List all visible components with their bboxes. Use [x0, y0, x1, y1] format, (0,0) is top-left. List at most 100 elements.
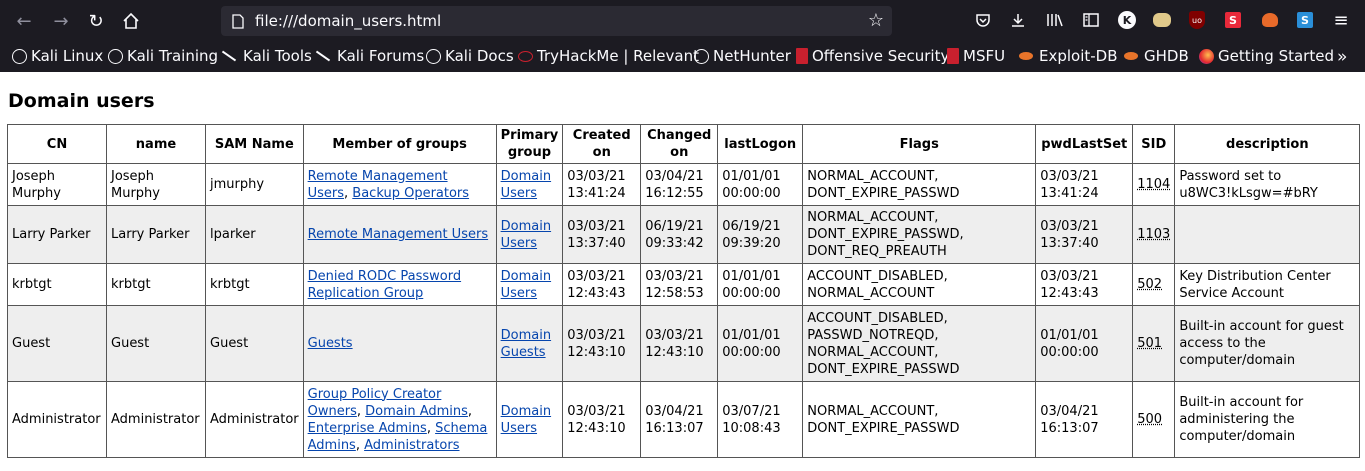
table-row: Joseph Murphy Joseph Murphy jmurphy Remo… [7, 163, 1361, 206]
home-icon[interactable] [119, 9, 143, 33]
page-title: Domain users [8, 90, 155, 112]
cell-pwdlastset: 03/03/21 12:43:43 [1035, 263, 1134, 306]
firefox-icon [1199, 48, 1214, 64]
menu-icon[interactable]: ≡ [1331, 10, 1351, 31]
primary-group-link[interactable]: Domain Users [501, 404, 551, 436]
header-sam: SAM Name [205, 124, 304, 164]
primary-group-link[interactable]: Domain Users [501, 219, 551, 251]
cell-name: Administrator [106, 381, 206, 458]
bookmarks-overflow-icon[interactable]: » [1337, 47, 1347, 67]
cell-changed: 03/04/21 16:13:07 [640, 381, 719, 458]
group-link[interactable]: Enterprise Admins [308, 421, 427, 436]
cell-flags: NORMAL_ACCOUNT, DONT_EXPIRE_PASSWD, DONT… [802, 205, 1037, 264]
cell-sam: krbtgt [205, 263, 304, 306]
cell-description: Built-in account for guest access to the… [1174, 305, 1361, 382]
offsec-icon [796, 48, 808, 64]
cell-changed: 03/04/21 16:12:55 [640, 163, 719, 206]
header-primary: Primary group [495, 124, 564, 164]
primary-group-link[interactable]: Domain Users [501, 169, 551, 201]
bookmark-kali-forums[interactable]: Kali Forums [315, 47, 424, 65]
back-icon[interactable]: ← [12, 9, 36, 33]
reload-icon[interactable]: ↻ [84, 9, 108, 33]
table-row: krbtgt krbtgt krbtgt Denied RODC Passwor… [7, 263, 1361, 306]
bookmark-kali-docs[interactable]: Kali Docs [426, 47, 514, 65]
table-row: Larry Parker Larry Parker lparker Remote… [7, 205, 1361, 264]
header-groups: Member of groups [302, 124, 497, 164]
bookmark-star-icon[interactable]: ☆ [868, 10, 884, 31]
cell-sam: Administrator [205, 381, 304, 458]
bookmark-label: Kali Docs [445, 47, 514, 65]
cell-sid: 1104 [1132, 163, 1176, 206]
bookmark-kali-tools[interactable]: Kali Tools [221, 47, 312, 65]
cell-lastlogon: 01/01/01 00:00:00 [717, 163, 804, 206]
forward-icon[interactable]: → [49, 9, 73, 33]
cell-sid: 1103 [1132, 205, 1176, 264]
cell-sid: 502 [1132, 263, 1176, 306]
bookmark-kali-linux[interactable]: Kali Linux [12, 47, 103, 65]
bookmark-exploit-db[interactable]: Exploit-DB [1019, 47, 1118, 65]
header-name: name [106, 124, 206, 164]
cell-changed: 03/03/21 12:43:10 [640, 305, 719, 382]
kali-dragon-icon [221, 50, 237, 62]
bookmark-nethunter[interactable]: NetHunter [694, 47, 791, 65]
cell-groups: Denied RODC Password Replication Group [302, 263, 497, 306]
header-pwdlastset: pwdLastSet [1035, 124, 1134, 164]
group-link[interactable]: Remote Management Users [308, 227, 488, 242]
cell-sid: 501 [1132, 305, 1176, 382]
cell-primary: Domain Users [495, 263, 564, 306]
foxyproxy-icon[interactable] [1260, 10, 1280, 30]
cell-changed: 03/03/21 12:58:53 [640, 263, 719, 306]
extension-s-blue-icon[interactable]: S [1295, 10, 1315, 30]
pocket-icon[interactable] [973, 10, 993, 30]
cell-cn: krbtgt [7, 263, 107, 306]
table-row: Administrator Administrator Administrato… [7, 381, 1361, 458]
downloads-icon[interactable] [1008, 10, 1028, 30]
cell-changed: 06/19/21 09:33:42 [640, 205, 719, 264]
cell-lastlogon: 03/07/21 10:08:43 [717, 381, 804, 458]
cell-created: 03/03/21 12:43:10 [562, 381, 642, 458]
extension-cookie-icon[interactable] [1152, 10, 1172, 30]
ublock-icon[interactable]: uo [1187, 10, 1207, 30]
bookmark-offensive-security[interactable]: Offensive Security [796, 47, 949, 65]
cell-cn: Administrator [7, 381, 107, 458]
browser-chrome: ← → ↻ file:///domain_users.html ☆ K uo S… [0, 0, 1365, 72]
group-link[interactable]: Domain Admins [365, 404, 468, 419]
bookmark-msfu[interactable]: MSFU [947, 47, 1005, 65]
extension-s-red-icon[interactable]: S [1223, 10, 1243, 30]
cell-created: 03/03/21 12:43:43 [562, 263, 642, 306]
sidebar-icon[interactable] [1081, 10, 1101, 30]
bookmark-kali-training[interactable]: Kali Training [108, 47, 218, 65]
library-icon[interactable] [1045, 10, 1065, 30]
cell-pwdlastset: 01/01/01 00:00:00 [1035, 305, 1134, 382]
bookmark-tryhackme[interactable]: TryHackMe | Relevant [518, 47, 699, 65]
cell-flags: NORMAL_ACCOUNT, DONT_EXPIRE_PASSWD [802, 163, 1037, 206]
cell-pwdlastset: 03/03/21 13:37:40 [1035, 205, 1134, 264]
url-text[interactable]: file:///domain_users.html [255, 12, 441, 30]
primary-group-link[interactable]: Domain Guests [501, 328, 551, 360]
cell-name: krbtgt [106, 263, 206, 306]
cell-created: 03/03/21 13:37:40 [562, 205, 642, 264]
bookmark-label: Offensive Security [812, 47, 950, 65]
bookmark-label: Kali Linux [31, 47, 104, 65]
cell-name: Guest [106, 305, 206, 382]
account-icon[interactable]: K [1117, 10, 1137, 30]
bookmark-ghdb[interactable]: GHDB [1124, 47, 1189, 65]
primary-group-link[interactable]: Domain Users [501, 269, 551, 301]
cell-cn: Larry Parker [7, 205, 107, 264]
cell-groups: Remote Management Users, Backup Operator… [302, 163, 497, 206]
page-icon [231, 13, 245, 29]
cell-groups: Remote Management Users [302, 205, 497, 264]
group-link[interactable]: Backup Operators [352, 186, 469, 201]
bookmark-label: Kali Forums [337, 47, 425, 65]
group-link[interactable]: Guests [308, 336, 353, 351]
bookmark-label: GHDB [1144, 47, 1189, 65]
bookmark-getting-started[interactable]: Getting Started [1199, 47, 1334, 65]
cell-flags: ACCOUNT_DISABLED, PASSWD_NOTREQD, NORMAL… [802, 305, 1037, 382]
group-link[interactable]: Denied RODC Password Replication Group [308, 269, 461, 301]
bookmark-label: MSFU [963, 47, 1006, 65]
header-changed: Changed on [640, 124, 719, 164]
url-bar[interactable]: file:///domain_users.html ☆ [221, 6, 892, 36]
group-link[interactable]: Administrators [364, 438, 459, 453]
header-sid: SID [1132, 124, 1176, 164]
cell-groups: Group Policy Creator Owners, Domain Admi… [302, 381, 497, 458]
